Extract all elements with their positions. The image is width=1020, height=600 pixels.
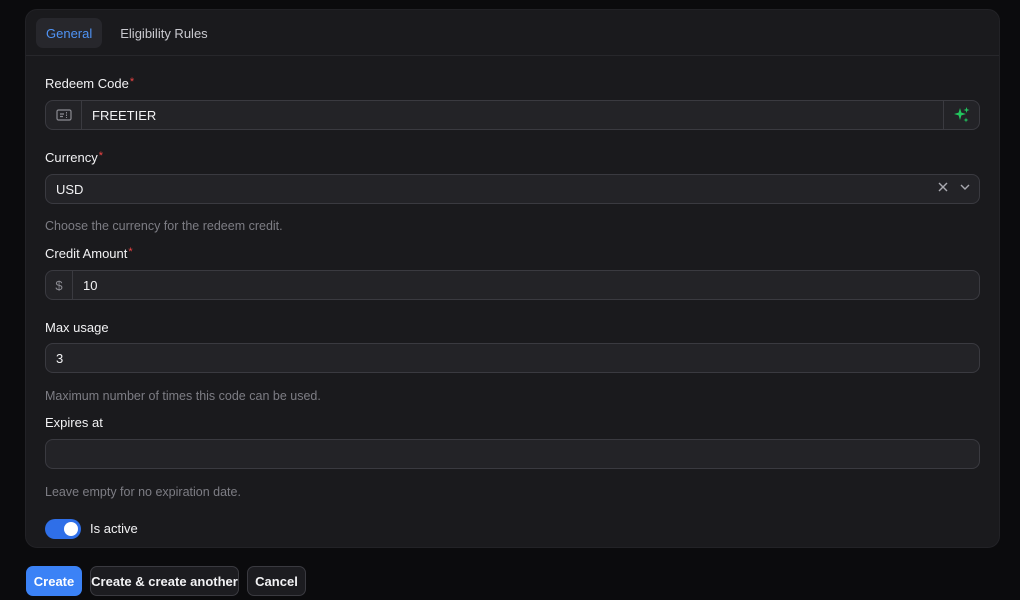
max-usage-hint: Maximum number of times this code can be… (45, 389, 321, 403)
expires-at-value[interactable] (46, 440, 979, 468)
expires-at-hint: Leave empty for no expiration date. (45, 485, 241, 499)
expires-at-input[interactable] (45, 439, 980, 469)
sparkles-icon[interactable] (943, 101, 979, 129)
currency-hint: Choose the currency for the redeem credi… (45, 219, 283, 233)
max-usage-label: Max usage (45, 320, 109, 335)
is-active-toggle[interactable] (45, 519, 81, 539)
expires-at-label: Expires at (45, 415, 103, 430)
redeem-code-input[interactable]: FREETIER (45, 100, 980, 130)
ticket-icon (46, 101, 82, 129)
create-another-button[interactable]: Create & create another (90, 566, 239, 596)
currency-prefix: $ (46, 271, 73, 299)
max-usage-input[interactable]: 3 (45, 343, 980, 373)
required-mark: * (129, 76, 135, 88)
redeem-code-label: Redeem Code* (45, 76, 135, 91)
credit-amount-input[interactable]: $ 10 (45, 270, 980, 300)
tab-bar: General Eligibility Rules (26, 10, 999, 56)
currency-label: Currency* (45, 150, 104, 165)
currency-value[interactable]: USD (46, 175, 937, 203)
max-usage-value[interactable]: 3 (46, 344, 979, 372)
clear-icon[interactable] (937, 180, 949, 198)
create-button[interactable]: Create (26, 566, 82, 596)
credit-amount-value[interactable]: 10 (73, 271, 979, 299)
is-active-label: Is active (90, 521, 138, 536)
redeem-code-value[interactable]: FREETIER (82, 101, 943, 129)
required-mark: * (128, 246, 133, 258)
credit-amount-label: Credit Amount* (45, 246, 133, 261)
chevron-down-icon[interactable] (959, 180, 971, 198)
form-card: General Eligibility Rules Redeem Code* F… (25, 9, 1000, 548)
required-mark: * (98, 150, 104, 162)
currency-select[interactable]: USD (45, 174, 980, 204)
cancel-button[interactable]: Cancel (247, 566, 306, 596)
tab-eligibility-rules[interactable]: Eligibility Rules (110, 18, 217, 48)
toggle-knob (64, 522, 78, 536)
tab-general[interactable]: General (36, 18, 103, 48)
